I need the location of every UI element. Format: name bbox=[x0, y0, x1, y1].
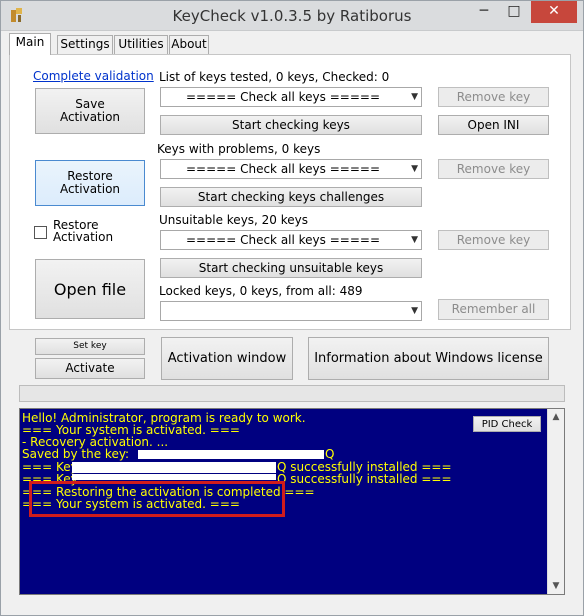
open-ini-button[interactable]: Open INI bbox=[438, 115, 549, 135]
problem-keys-select-value: ===== Check all keys ===== bbox=[186, 162, 380, 176]
remove-key-button-3[interactable]: Remove key bbox=[438, 230, 549, 250]
remove-key-button-2[interactable]: Remove key bbox=[438, 159, 549, 179]
restore-activation-checkbox-label: Restore Activation bbox=[53, 218, 114, 244]
start-checking-keys-button[interactable]: Start checking keys bbox=[160, 115, 422, 135]
set-key-button[interactable]: Set key bbox=[35, 338, 145, 355]
log-line-suffix: Q successfully installed === bbox=[277, 472, 452, 486]
scroll-up-icon[interactable]: ▲ bbox=[548, 409, 564, 425]
tested-keys-label: List of keys tested, 0 keys, Checked: 0 bbox=[159, 70, 390, 84]
chevron-down-icon: ▼ bbox=[411, 306, 418, 316]
tab-main[interactable]: Main bbox=[9, 33, 51, 55]
log-line-key-tail: Q bbox=[325, 447, 335, 461]
redaction-bar bbox=[72, 462, 276, 473]
tab-settings[interactable]: Settings bbox=[57, 35, 113, 54]
restore-activation-button[interactable]: Restore Activation bbox=[35, 160, 145, 206]
redaction-bar bbox=[138, 450, 324, 459]
chevron-down-icon: ▼ bbox=[411, 92, 418, 102]
tab-utilities[interactable]: Utilities bbox=[114, 35, 168, 54]
locked-keys-label: Locked keys, 0 keys, from all: 489 bbox=[159, 284, 363, 298]
scroll-down-icon[interactable]: ▼ bbox=[548, 578, 564, 594]
redaction-bar bbox=[72, 474, 276, 480]
remove-key-button-1[interactable]: Remove key bbox=[438, 87, 549, 107]
log-line: Saved by the key: bbox=[22, 447, 130, 461]
locked-keys-select[interactable]: ▼ bbox=[160, 301, 422, 321]
tested-keys-select-value: ===== Check all keys ===== bbox=[186, 90, 380, 104]
tested-keys-select[interactable]: ===== Check all keys ===== ▼ bbox=[160, 87, 422, 107]
chevron-down-icon: ▼ bbox=[411, 164, 418, 174]
console-scrollbar[interactable]: ▲ ▼ bbox=[547, 409, 564, 594]
problem-keys-label: Keys with problems, 0 keys bbox=[157, 142, 321, 156]
close-button[interactable]: ✕ bbox=[531, 1, 577, 23]
progress-bar bbox=[19, 385, 565, 402]
license-info-button[interactable]: Information about Windows license bbox=[308, 337, 549, 380]
maximize-button[interactable]: □ bbox=[499, 1, 529, 23]
chevron-down-icon: ▼ bbox=[411, 235, 418, 245]
unsuitable-keys-label: Unsuitable keys, 20 keys bbox=[159, 213, 309, 227]
highlight-annotation bbox=[29, 481, 285, 517]
minimize-button[interactable]: ─ bbox=[469, 1, 499, 23]
activate-button[interactable]: Activate bbox=[35, 358, 145, 379]
title-bar: KeyCheck v1.0.3.5 by Ratiborus ─ □ ✕ bbox=[1, 1, 583, 31]
tab-about[interactable]: About bbox=[169, 35, 209, 54]
start-checking-challenges-button[interactable]: Start checking keys challenges bbox=[160, 187, 422, 207]
remember-all-button[interactable]: Remember all bbox=[438, 299, 549, 320]
unsuitable-keys-select[interactable]: ===== Check all keys ===== ▼ bbox=[160, 230, 422, 250]
app-window: KeyCheck v1.0.3.5 by Ratiborus ─ □ ✕ Mai… bbox=[0, 0, 584, 616]
problem-keys-select[interactable]: ===== Check all keys ===== ▼ bbox=[160, 159, 422, 179]
open-file-button[interactable]: Open file bbox=[35, 259, 145, 319]
start-checking-unsuitable-button[interactable]: Start checking unsuitable keys bbox=[160, 258, 422, 278]
unsuitable-keys-select-value: ===== Check all keys ===== bbox=[186, 233, 380, 247]
restore-activation-checkbox[interactable] bbox=[34, 226, 47, 239]
activation-window-button[interactable]: Activation window bbox=[161, 337, 293, 380]
complete-validation-link[interactable]: Complete validation bbox=[33, 69, 154, 83]
pid-check-button[interactable]: PID Check bbox=[473, 416, 541, 432]
save-activation-button[interactable]: Save Activation bbox=[35, 88, 145, 134]
